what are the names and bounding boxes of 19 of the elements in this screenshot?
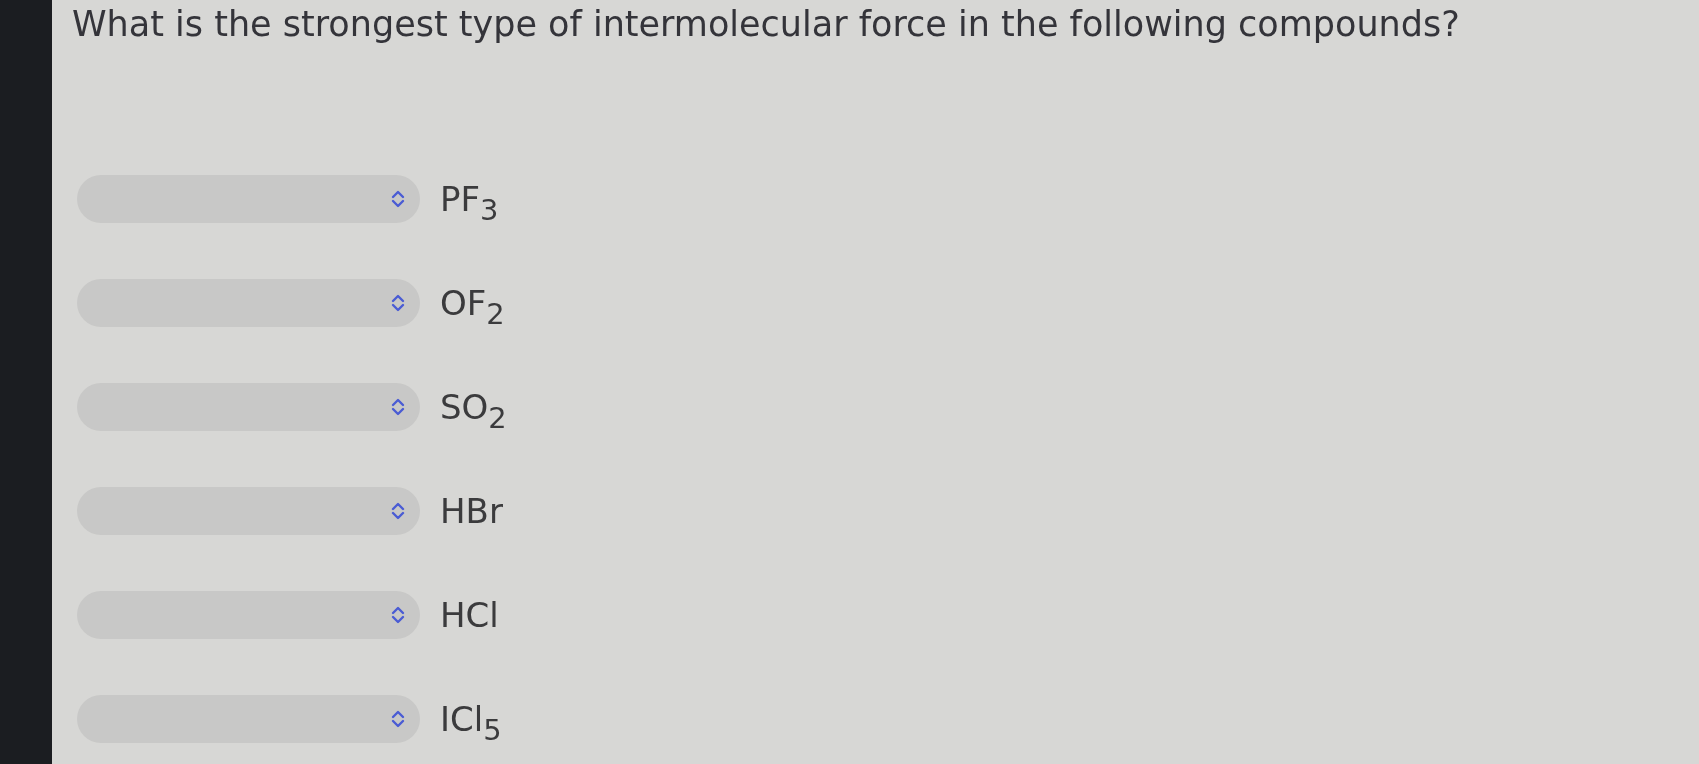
- dropdown-select[interactable]: [77, 591, 420, 639]
- up-down-chevron-icon: [391, 293, 405, 313]
- up-down-chevron-icon: [391, 189, 405, 209]
- compound-label: PF$_{3}$: [440, 179, 499, 219]
- dropdown-select[interactable]: [77, 383, 420, 431]
- compound-label: SO$_{2}$: [440, 387, 507, 427]
- dropdown-select[interactable]: [77, 695, 420, 743]
- up-down-chevron-icon: [391, 605, 405, 625]
- dropdown-select[interactable]: [77, 487, 420, 535]
- compound-label: OF$_{2}$: [440, 283, 505, 323]
- compound-label: ICl$_{5}$: [440, 699, 502, 739]
- compound-label: HCl: [440, 595, 499, 635]
- up-down-chevron-icon: [391, 397, 405, 417]
- compound-label: HBr: [440, 491, 503, 531]
- up-down-chevron-icon: [391, 709, 405, 729]
- dropdown-select[interactable]: [77, 279, 420, 327]
- question-text: What is the strongest type of intermolecular force in the following compounds?: [72, 4, 1461, 44]
- dropdown-select[interactable]: [77, 175, 420, 223]
- up-down-chevron-icon: [391, 501, 405, 521]
